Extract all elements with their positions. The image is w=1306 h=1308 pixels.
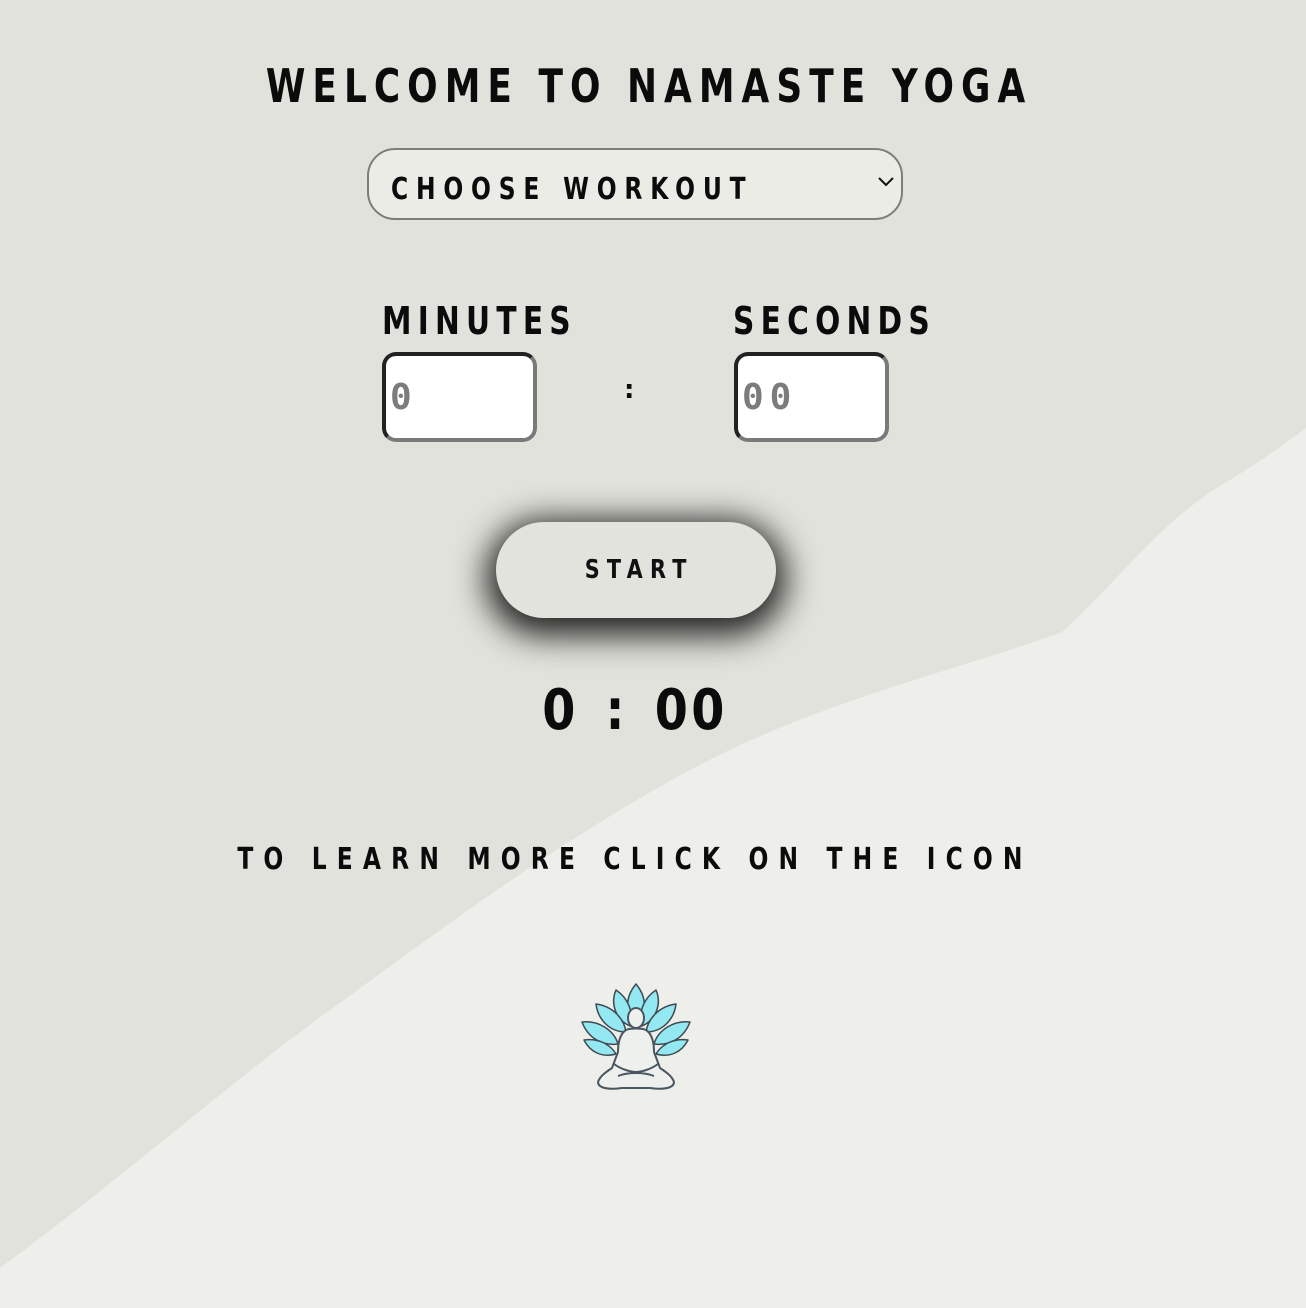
minutes-label: MINUTES — [382, 299, 577, 343]
start-button[interactable]: START — [496, 522, 776, 618]
learn-more-text: TO LEARN MORE CLICK ON THE ICON — [237, 842, 1033, 877]
countdown-display: 0 : 00 — [542, 678, 728, 743]
seconds-label: SECONDS — [733, 299, 936, 343]
start-button-label: START — [585, 555, 695, 585]
page-title: WELCOME TO NAMASTE YOGA — [265, 59, 1033, 113]
minutes-input[interactable] — [382, 352, 537, 442]
seconds-input[interactable] — [734, 352, 889, 442]
chevron-down-icon — [878, 177, 894, 187]
workout-select-value: CHOOSE WORKOUT — [391, 172, 754, 207]
page-stage: WELCOME TO NAMASTE YOGA CHOOSE WORKOUT M… — [0, 0, 1306, 1308]
workout-select[interactable]: CHOOSE WORKOUT — [367, 148, 903, 220]
time-separator: : — [624, 375, 635, 405]
meditation-lotus-icon[interactable] — [576, 980, 696, 1095]
